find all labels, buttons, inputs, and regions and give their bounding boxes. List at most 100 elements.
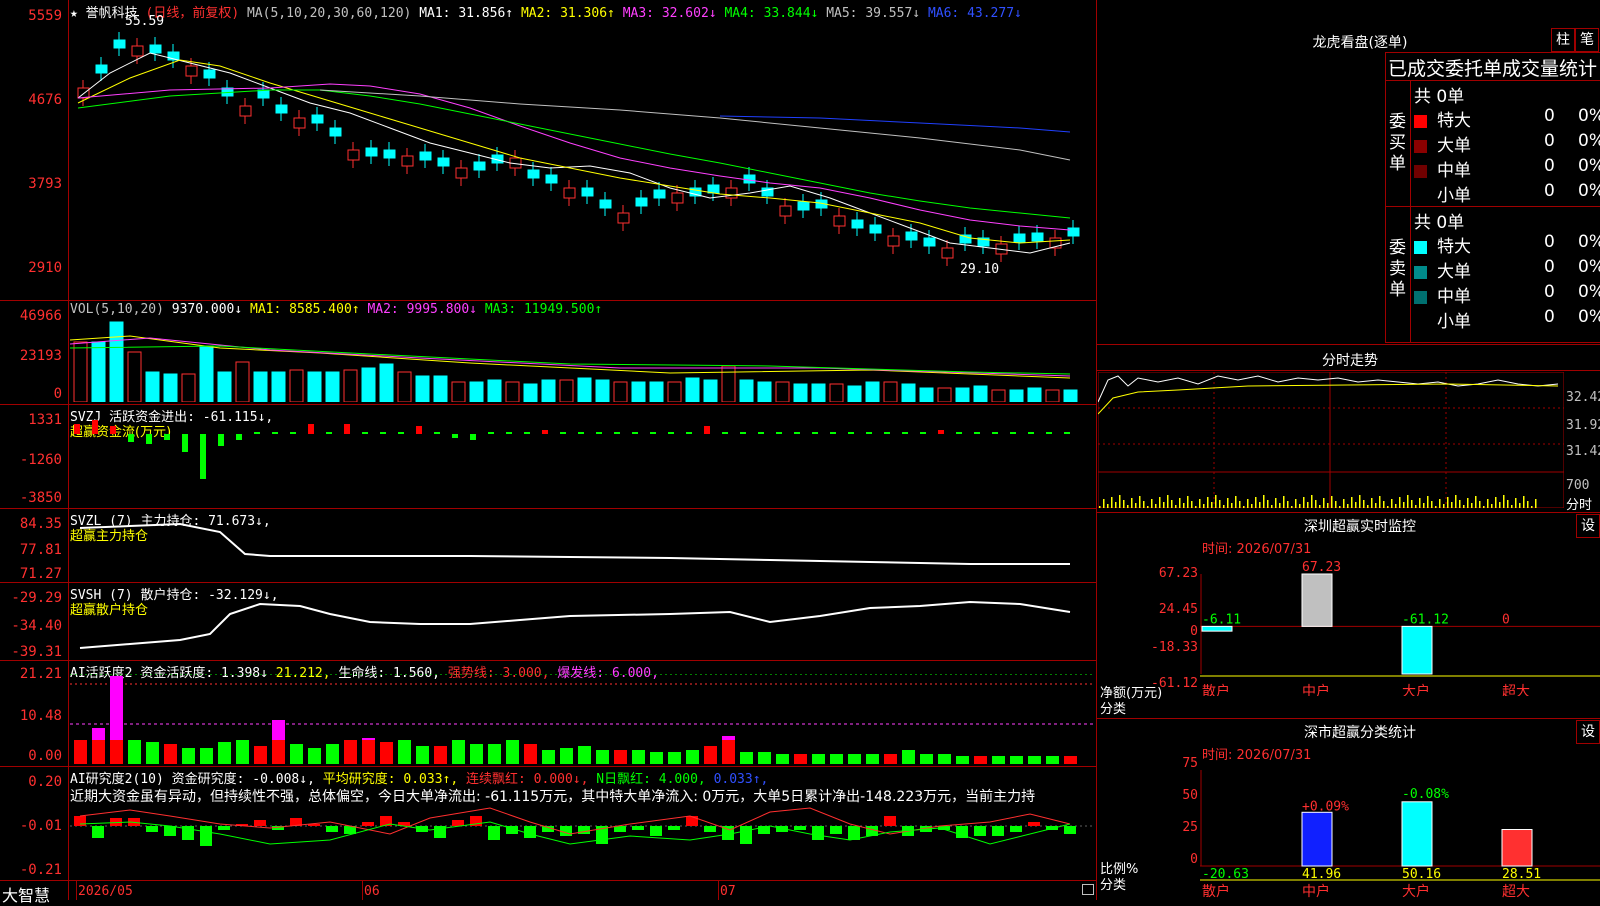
tick-view-button[interactable]: 笔 (1575, 28, 1599, 52)
category-label: 中户 (1302, 883, 1330, 900)
volume-bar (1045, 389, 1060, 402)
sz-stats-bar-chart[interactable]: -20.63散户 41.96中户 50.16大户 28.51 超大 +0.09% -0.08… (1200, 762, 1600, 900)
intraday-volume-tick (1447, 497, 1449, 508)
candle-body (95, 64, 108, 74)
fund-flow-bar (74, 424, 80, 434)
volume-bar (289, 369, 304, 402)
fund-flow-bar (488, 432, 494, 434)
bar-value-label: 0 (1502, 612, 1510, 627)
intraday-volume-tick (1247, 499, 1249, 508)
activity-bar (398, 740, 411, 764)
sz-monitor-bar-chart[interactable]: -6.11 散户 67.23 中户 -61.12 大户 0 超大 (1200, 556, 1600, 696)
intraday-volume-tick (1263, 495, 1265, 508)
sz-stats-xlabel: 分类 (1100, 878, 1127, 893)
intraday-volume-tick (1383, 501, 1385, 508)
svsh-axis-label: -34.40 (11, 618, 62, 634)
net-amount-bar (1401, 625, 1433, 675)
volume-bar (793, 383, 808, 402)
fund-flow-bar (848, 432, 854, 434)
intraday-volume-tick (1207, 497, 1209, 508)
volume-bar (217, 371, 232, 402)
fund-flow-bar (884, 432, 890, 434)
order-size-label: 大单 (1437, 262, 1471, 282)
category-label: 散户 (1202, 883, 1230, 900)
order-size-label: 中单 (1437, 161, 1471, 181)
activity-bar (488, 744, 501, 764)
activity-bar (128, 740, 141, 764)
date-label: 07 (720, 884, 736, 899)
volume-bar (739, 379, 754, 402)
ai-research-a: 资金研究度: -0.008↓, (171, 772, 315, 787)
order-count: 0 (1544, 106, 1555, 126)
sz-monitor-settings-button[interactable]: 设 (1576, 514, 1600, 538)
activity-bar (470, 744, 483, 764)
fund-flow-bar (1064, 432, 1070, 434)
sz-stats-settings-button[interactable]: 设 (1576, 720, 1600, 744)
svzl-axis-label: 77.81 (19, 542, 62, 558)
fund-flow-bar (992, 432, 998, 434)
fund-flow-bar (596, 432, 602, 434)
candle-body (599, 199, 612, 209)
intraday-volume-tick (1267, 500, 1269, 508)
candle-body (257, 89, 270, 99)
intraday-volume-tick (1459, 500, 1461, 508)
bar-value-label: -61.12 (1402, 612, 1449, 627)
research-bar (1010, 826, 1022, 832)
activity-bar (560, 748, 573, 764)
candle-body (239, 105, 252, 117)
ai-research-axis-label: 0.20 (28, 774, 62, 790)
sz-monitor-axis-label: 0 (1190, 624, 1198, 639)
research-bar (254, 820, 266, 826)
vol-axis-label: 46966 (19, 308, 62, 324)
date-label: 06 (364, 884, 380, 899)
fund-flow-bar (956, 432, 962, 434)
candlestick-chart[interactable] (70, 18, 1095, 298)
intraday-volume-tick (1343, 499, 1345, 508)
intraday-volume-tick (1471, 503, 1473, 508)
volume-bar (919, 387, 934, 402)
research-bar (992, 826, 1004, 836)
intraday-volume-tick (1327, 503, 1329, 508)
lock-icon[interactable] (1082, 884, 1094, 895)
candle-body (473, 161, 486, 171)
fund-flow-bar (290, 432, 296, 434)
low-price-annotation: 29.10 (960, 262, 1000, 277)
candle-body (383, 149, 396, 159)
column-view-button[interactable]: 柱 (1551, 28, 1575, 52)
intraday-volume-tick (1171, 500, 1173, 508)
volume-bar (847, 385, 862, 402)
candle-body (437, 157, 450, 167)
volume-bar (235, 361, 250, 402)
intraday-volume-tick (1455, 495, 1457, 508)
fund-flow-bar (794, 432, 800, 434)
sell-row: 大单 (1414, 257, 1471, 282)
volume-bar (181, 373, 196, 402)
ai-research-chart[interactable] (70, 804, 1095, 878)
intraday-volume-tick (1155, 504, 1157, 508)
intraday-volume-tick (1235, 496, 1237, 508)
volume-chart[interactable] (70, 318, 1095, 402)
category-label: 超大 (1502, 884, 1530, 900)
research-bar (740, 826, 752, 844)
ai-active-chart[interactable] (70, 674, 1095, 764)
sz-monitor-xlabel: 分类 (1100, 702, 1127, 717)
sz-stats-axis-label: 25 (1182, 820, 1198, 835)
intraday-volume-tick (1491, 504, 1493, 508)
color-swatch-icon (1414, 315, 1427, 329)
volume-bar (613, 381, 628, 402)
intraday-chart[interactable] (1098, 372, 1564, 508)
fund-flow-bar (128, 434, 134, 442)
research-bar (974, 826, 986, 836)
svzj-chart[interactable] (70, 418, 1095, 506)
svzl-chart[interactable] (70, 510, 1095, 582)
ma6-line (719, 115, 1071, 133)
intraday-volume-tick (1439, 499, 1441, 508)
color-swatch-icon (1414, 240, 1427, 254)
date-label: 2026/05 (78, 884, 133, 899)
svsh-chart[interactable] (70, 584, 1095, 660)
activity-bar (938, 754, 951, 764)
intraday-volume-tick (1415, 505, 1417, 508)
intraday-volume-tick (1435, 506, 1437, 508)
color-swatch-icon (1414, 164, 1427, 178)
activity-bar (200, 748, 213, 764)
